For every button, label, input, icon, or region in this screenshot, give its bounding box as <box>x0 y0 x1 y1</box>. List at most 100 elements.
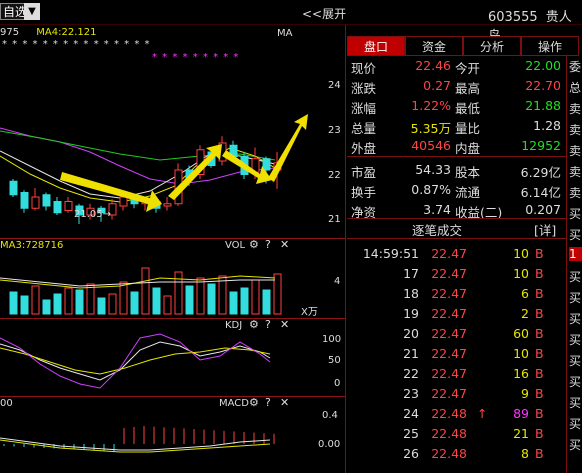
side-order-label: 买 <box>569 354 582 368</box>
quote-value: 40546 <box>411 138 451 153</box>
low-price-marker: 21.05→ <box>74 209 111 220</box>
volume-bar <box>229 291 238 315</box>
trade-volume: 10 <box>513 346 529 361</box>
expand-button[interactable]: <<展开 <box>302 5 346 22</box>
kline-chart <box>0 114 308 224</box>
trade-volume: 9 <box>521 386 529 401</box>
close-icon[interactable]: ✕ <box>280 238 289 251</box>
candle-body <box>262 158 271 171</box>
volume-bar <box>86 283 95 315</box>
trade-time: 17 <box>403 266 419 281</box>
volume-bar <box>20 295 29 315</box>
quote-label: 今开 <box>455 61 481 76</box>
trade-side: B <box>535 266 544 281</box>
trade-time: 22 <box>403 366 419 381</box>
trade-time: 14:59:51 <box>362 246 419 261</box>
trade-side: B <box>535 426 544 441</box>
volume-bar <box>130 291 139 315</box>
quote-value: 22.70 <box>525 78 561 93</box>
trade-time: 25 <box>403 426 419 441</box>
side-order-label: 买 <box>569 207 582 221</box>
kdj-chart <box>0 333 271 389</box>
trade-price: 22.47 <box>431 366 467 381</box>
side-order-label: 买 <box>569 375 582 389</box>
side-order-label: 买 <box>569 270 582 284</box>
volume-bar <box>31 285 40 315</box>
volume-bar <box>251 279 260 315</box>
volume-bar <box>75 289 84 315</box>
trade-side: B <box>535 286 544 301</box>
annotation-arrow-up2 <box>268 114 308 182</box>
trades-detail-link[interactable]: [详] <box>534 220 556 239</box>
quote-value: 3.74 <box>423 202 451 217</box>
up-arrow-icon: ↑ <box>477 406 488 421</box>
kline-header-left: 975 <box>0 27 20 38</box>
kdj-k-line <box>0 341 271 381</box>
trades-title: 逐笔成交 <box>412 223 463 238</box>
side-order-label: 买 <box>569 312 582 326</box>
trade-volume: 2 <box>521 306 529 321</box>
trade-volume: 10 <box>513 246 529 261</box>
divider-kdj <box>0 318 346 319</box>
kdj-tick-100: 100 <box>322 334 342 345</box>
quote-label: 换手 <box>351 185 377 200</box>
trade-row: 24 22.48 ↑ 89 B <box>347 406 567 426</box>
right-tab-bar: 盘口 资金 分析 操作 <box>347 36 582 56</box>
trade-price: 22.48 <box>431 446 467 461</box>
volume-bar <box>174 271 183 315</box>
trade-time: 20 <box>403 326 419 341</box>
kdj-j-line <box>0 333 271 389</box>
trade-price: 22.48 <box>431 406 467 421</box>
side-order-label: 卖 <box>569 186 582 200</box>
trade-row: 22 22.47 16 B <box>347 366 567 386</box>
quote-value: 5.35万 <box>410 121 451 136</box>
side-order-label: 买 <box>569 228 582 242</box>
quote-label: 市盈 <box>351 165 377 180</box>
trade-time: 24 <box>403 406 419 421</box>
indicator-corner-label: MA <box>277 28 293 39</box>
volume-bar <box>240 287 249 315</box>
candle-body <box>64 201 73 211</box>
trades-divider-top <box>347 218 567 219</box>
trade-row: 14:59:51 22.47 10 B <box>347 246 567 266</box>
quote-label: 总量 <box>351 121 377 136</box>
volume-bar <box>97 297 106 315</box>
tab-fenxi[interactable]: 分析 <box>463 36 521 56</box>
candle-body <box>119 196 128 207</box>
trades-divider <box>347 238 567 239</box>
quote-value: 0.207 <box>525 202 561 217</box>
side-order-label: 买 <box>569 333 582 347</box>
trade-side: B <box>535 366 544 381</box>
tab-caozuo[interactable]: 操作 <box>521 36 579 56</box>
trade-row: 19 22.47 2 B <box>347 306 567 326</box>
tab-zijin[interactable]: 资金 <box>405 36 463 56</box>
macd-chart <box>0 426 275 453</box>
quote-value: 6.14亿 <box>520 185 561 200</box>
trade-volume: 8 <box>521 446 529 461</box>
volume-chart <box>0 267 282 315</box>
macd-tick-zero: 0.00 <box>318 439 341 450</box>
trade-price: 22.47 <box>431 246 467 261</box>
side-order-label: 卖 <box>569 123 582 137</box>
quote-label: 最低 <box>455 101 481 116</box>
side-order-label: 委 <box>569 60 582 74</box>
quote-value: 22.00 <box>525 58 561 73</box>
candle-body <box>31 196 40 209</box>
candle-body <box>20 192 29 209</box>
trade-time: 26 <box>403 446 419 461</box>
quote-value: 6.29亿 <box>520 165 561 180</box>
volume-bar <box>262 289 271 315</box>
quote-value: 0.87% <box>411 182 451 197</box>
volume-bar <box>9 291 18 315</box>
gear-icon[interactable]: ⚙ <box>249 238 259 251</box>
chevron-down-icon[interactable]: ▼ <box>24 3 40 20</box>
quote-value: 12952 <box>521 138 561 153</box>
quote-label: 量比 <box>455 121 481 136</box>
volume-bar <box>163 295 172 315</box>
kline-header: 975 MA4:22.121 <box>0 27 96 38</box>
side-order-label: 买 <box>569 396 582 410</box>
candle-body <box>42 194 51 207</box>
tab-pankou[interactable]: 盘口 <box>347 36 405 56</box>
help-icon[interactable]: ? <box>265 238 271 251</box>
volume-unit: X万 <box>301 307 318 318</box>
